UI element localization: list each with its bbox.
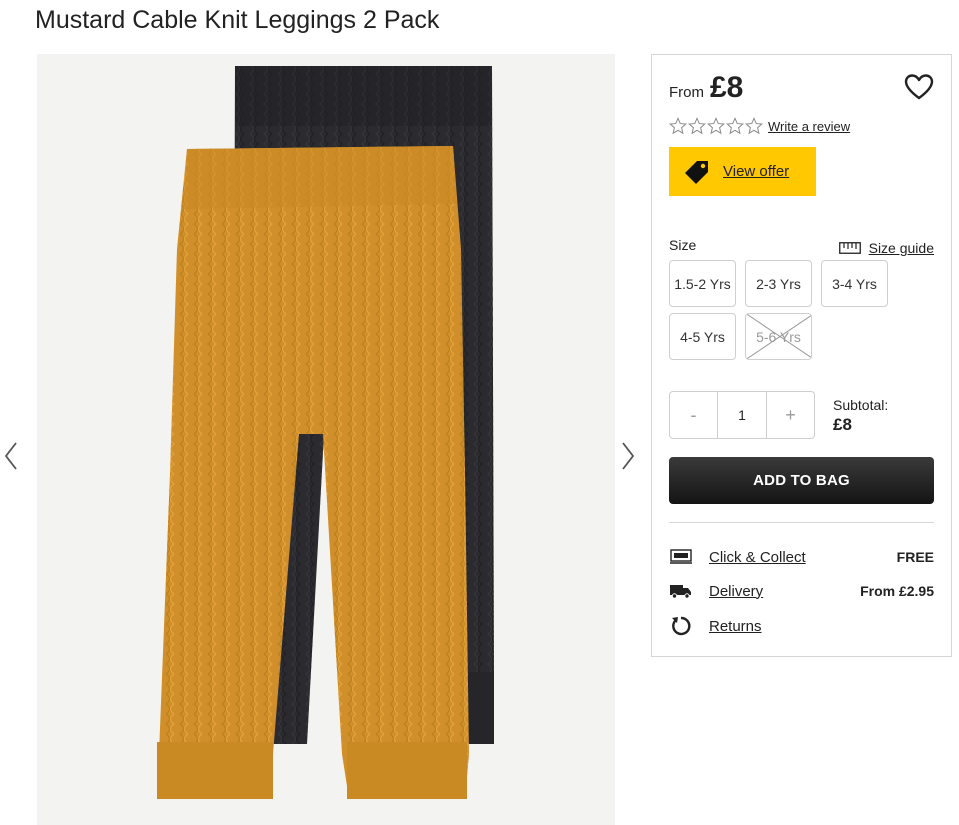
star-empty-icon: [688, 117, 706, 135]
delivery-price: From £2.95: [860, 583, 934, 599]
star-empty-icon: [745, 117, 763, 135]
size-option-label: 2-3 Yrs: [756, 275, 801, 292]
product-title: Mustard Cable Knit Leggings 2 Pack: [35, 6, 440, 34]
star-empty-icon: [707, 117, 725, 135]
size-option[interactable]: 1.5-2 Yrs: [669, 260, 736, 307]
subtotal-value: £8: [833, 415, 852, 434]
size-option-label: 1.5-2 Yrs: [674, 275, 731, 292]
size-option[interactable]: 4-5 Yrs: [669, 313, 736, 360]
star-rating: [669, 117, 763, 135]
price-prefix: From: [669, 84, 704, 101]
rating: Write a review: [669, 117, 850, 135]
wishlist-button[interactable]: [904, 73, 934, 101]
quantity-increase-button[interactable]: +: [767, 392, 814, 438]
size-option[interactable]: 3-4 Yrs: [821, 260, 888, 307]
click-collect-link[interactable]: Click & Collect: [709, 549, 897, 566]
size-option[interactable]: 2-3 Yrs: [745, 260, 812, 307]
price-value: £8: [710, 71, 744, 104]
chevron-left-icon: [4, 442, 17, 470]
star-empty-icon: [726, 117, 744, 135]
divider: [669, 522, 934, 523]
ruler-icon: [838, 242, 861, 254]
star-empty-icon: [669, 117, 687, 135]
subtotal-label: Subtotal:: [833, 397, 889, 413]
view-offer-button[interactable]: View offer: [669, 147, 816, 196]
size-option-unavailable[interactable]: 5-6 Yrs: [745, 313, 812, 360]
size-guide-link[interactable]: Size guide: [838, 240, 934, 256]
subtotal: Subtotal: £8: [833, 397, 888, 435]
returns-link[interactable]: Returns: [709, 618, 934, 635]
chevron-right-icon: [622, 442, 635, 470]
size-label: Size: [669, 237, 697, 253]
product-image: [157, 66, 494, 799]
click-collect-price: FREE: [896, 549, 934, 565]
price-tag-icon: [685, 160, 708, 184]
service-returns: Returns: [669, 614, 934, 638]
quantity-decrease-button[interactable]: -: [670, 392, 717, 438]
size-option-label: 5-6 Yrs: [756, 328, 801, 345]
size-option-label: 3-4 Yrs: [832, 275, 877, 292]
add-to-bag-button[interactable]: ADD TO BAG: [669, 457, 934, 504]
quantity-stepper: - 1 +: [669, 391, 815, 439]
delivery-truck-icon: [669, 581, 693, 601]
view-offer-label: View offer: [723, 163, 790, 180]
returns-icon: [669, 616, 693, 636]
click-collect-icon: [669, 547, 693, 567]
quantity-input[interactable]: 1: [717, 392, 767, 438]
previous-image-button[interactable]: [2, 440, 20, 472]
next-image-button[interactable]: [619, 440, 637, 472]
product-image-gallery[interactable]: [37, 54, 615, 825]
size-options: 1.5-2 Yrs 2-3 Yrs 3-4 Yrs 4-5 Yrs 5-6 Yr…: [669, 260, 899, 360]
size-option-label: 4-5 Yrs: [680, 328, 725, 345]
service-click-collect: Click & Collect FREE: [669, 545, 934, 569]
delivery-link[interactable]: Delivery: [709, 583, 860, 600]
write-review-link[interactable]: Write a review: [768, 119, 850, 134]
price: From £8: [669, 71, 743, 105]
product-purchase-panel: From £8 Write a review View offer Size S…: [651, 54, 952, 657]
size-guide-label: Size guide: [868, 240, 934, 256]
heart-icon: [904, 74, 934, 100]
service-delivery: Delivery From £2.95: [669, 579, 934, 603]
